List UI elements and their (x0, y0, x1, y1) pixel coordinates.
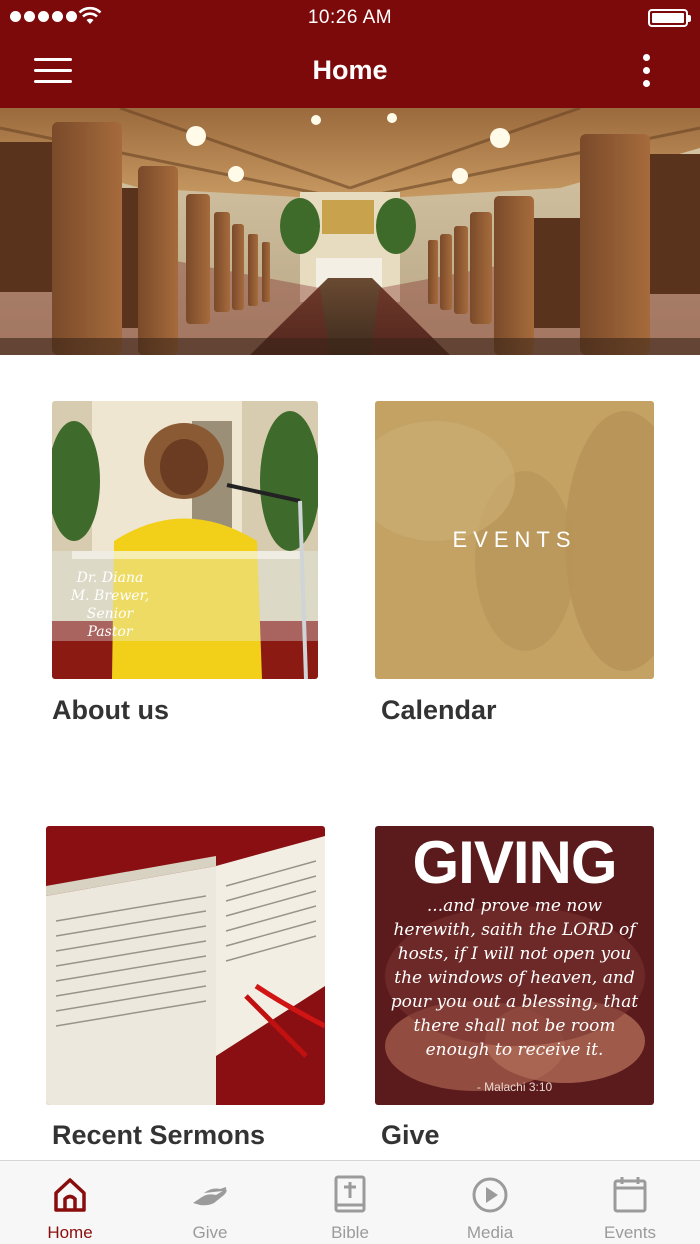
tile-label: Calendar (381, 695, 497, 725)
tile-label: Give (381, 1120, 440, 1150)
tab-label: Give (192, 1223, 228, 1242)
tab-media[interactable]: Media (420, 1161, 560, 1244)
tile-give[interactable]: GIVING ...and prove me now herewith, sai… (375, 826, 675, 1156)
status-time: 10:26 AM (307, 7, 393, 28)
tab-label: Media (466, 1223, 514, 1242)
tile-recent-sermons[interactable]: Recent Sermons (46, 826, 346, 1156)
app-header: 10:26 AM Home (0, 0, 700, 108)
tile-label: About us (52, 695, 169, 725)
tab-label: Home (47, 1223, 93, 1242)
tile-label: Recent Sermons (52, 1120, 266, 1150)
tab-give[interactable]: Give (140, 1161, 280, 1244)
bottom-tab-bar: Home Give Bible Media Events (0, 1160, 700, 1244)
giving-overlay-title: GIVING (412, 829, 617, 896)
tab-home[interactable]: Home (0, 1161, 140, 1244)
tile-about-us[interactable]: Dr. Diana M. Brewer, Senior Pastor About… (52, 401, 352, 731)
pastor-caption: Dr. Diana M. Brewer, Senior Pastor (70, 570, 150, 640)
tile-calendar[interactable]: EVENTS Calendar (375, 401, 675, 731)
giving-verse: ...and prove me now herewith, saith the … (390, 896, 639, 1060)
status-bar: 10:26 AM (0, 0, 700, 36)
page-title: Home (312, 55, 388, 85)
give-hand-icon (193, 1187, 227, 1206)
battery-icon (648, 9, 691, 27)
tab-label: Bible (331, 1223, 369, 1242)
calendar-icon (613, 1177, 647, 1213)
more-options-button[interactable] (636, 54, 656, 90)
tab-label: Events (604, 1223, 656, 1242)
bible-icon (334, 1175, 366, 1213)
home-icon (54, 1178, 86, 1212)
giving-image: GIVING ...and prove me now herewith, sai… (375, 826, 654, 1105)
pastor-photo: Dr. Diana M. Brewer, Senior Pastor (52, 401, 318, 679)
events-overlay-text: EVENTS (452, 527, 577, 552)
open-bible-image (46, 826, 325, 1105)
play-icon (472, 1177, 508, 1213)
events-image: EVENTS (375, 401, 654, 679)
tab-bible[interactable]: Bible (280, 1161, 420, 1244)
church-sanctuary-banner (0, 108, 700, 355)
tab-events[interactable]: Events (560, 1161, 700, 1244)
giving-verse-ref: - Malachi 3:10 (476, 1080, 553, 1094)
